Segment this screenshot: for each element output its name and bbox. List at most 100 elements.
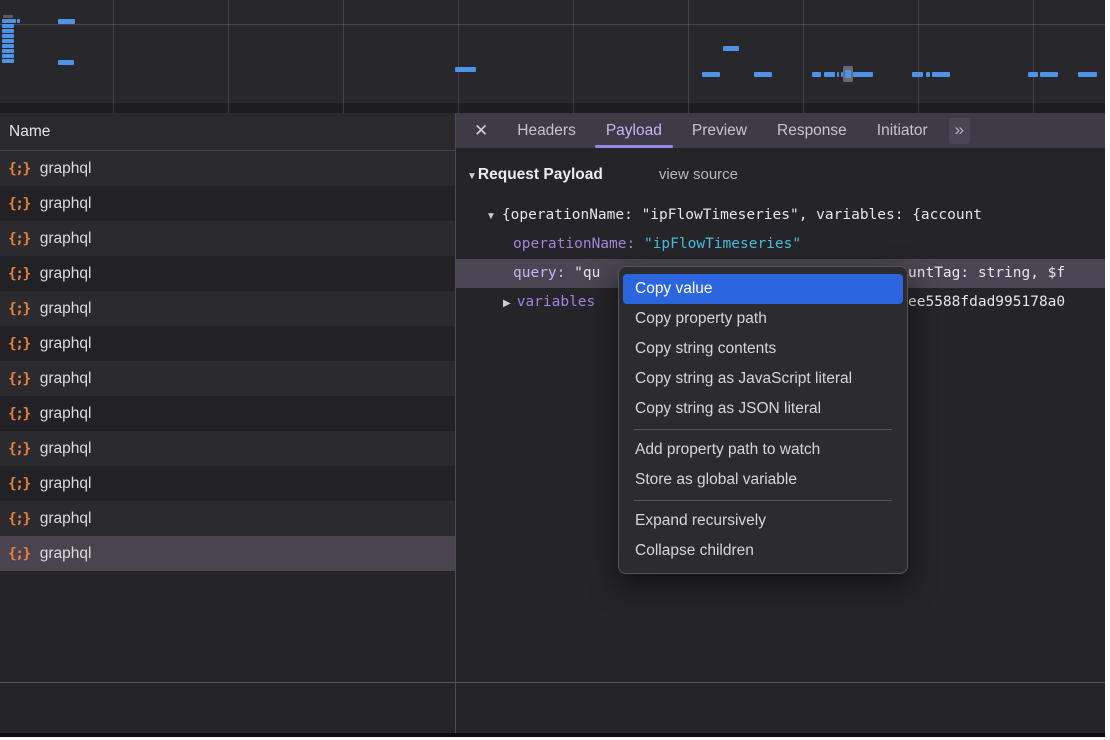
overview-request-bar bbox=[932, 72, 950, 77]
json-resource-icon: {;} bbox=[0, 266, 40, 282]
property-separator: : bbox=[557, 265, 574, 281]
overview-gridline bbox=[688, 0, 689, 103]
overview-request-bar bbox=[2, 34, 14, 38]
overview-request-bar bbox=[2, 54, 14, 58]
overview-request-bar bbox=[837, 72, 839, 77]
json-resource-icon: {;} bbox=[0, 161, 40, 177]
network-request-row[interactable]: {;}graphql bbox=[0, 151, 455, 186]
menu-item-copy-string-contents[interactable]: Copy string contents bbox=[623, 334, 903, 364]
more-tabs-icon[interactable]: » bbox=[949, 118, 970, 144]
network-request-row[interactable]: {;}graphql bbox=[0, 186, 455, 221]
request-name-label: graphql bbox=[40, 405, 92, 423]
menu-item-copy-value[interactable]: Copy value bbox=[623, 274, 903, 304]
overview-gridline bbox=[228, 0, 229, 103]
overview-gridline bbox=[343, 0, 344, 103]
overview-gridline bbox=[458, 103, 459, 113]
request-name-label: graphql bbox=[40, 335, 92, 353]
json-resource-icon: {;} bbox=[0, 476, 40, 492]
overview-request-bar bbox=[2, 24, 14, 28]
payload-root-row[interactable]: ▼{operationName: "ipFlowTimeseries", var… bbox=[456, 201, 1105, 230]
overview-gridline bbox=[803, 103, 804, 113]
view-source-link[interactable]: view source bbox=[659, 166, 738, 183]
overview-hline bbox=[0, 24, 1105, 25]
json-resource-icon: {;} bbox=[0, 406, 40, 422]
json-resource-icon: {;} bbox=[0, 511, 40, 527]
network-request-row[interactable]: {;}graphql bbox=[0, 326, 455, 361]
window-right-edge bbox=[1105, 0, 1110, 740]
network-request-row[interactable]: {;}graphql bbox=[0, 361, 455, 396]
tab-preview[interactable]: Preview bbox=[677, 113, 762, 148]
overview-gridline bbox=[343, 103, 344, 113]
network-request-row[interactable]: {;}graphql bbox=[0, 396, 455, 431]
menu-item-copy-string-as-javascript-literal[interactable]: Copy string as JavaScript literal bbox=[623, 364, 903, 394]
request-name-label: graphql bbox=[40, 440, 92, 458]
overview-request-bar bbox=[2, 29, 14, 33]
expander-down-icon: ▼ bbox=[486, 211, 496, 222]
overview-gridline bbox=[573, 103, 574, 113]
network-request-row[interactable]: {;}graphql bbox=[0, 536, 455, 571]
menu-item-copy-string-as-json-literal[interactable]: Copy string as JSON literal bbox=[623, 394, 903, 424]
request-name-label: graphql bbox=[40, 370, 92, 388]
overview-request-bar bbox=[58, 60, 74, 65]
overview-gridline bbox=[228, 103, 229, 113]
tab-initiator[interactable]: Initiator bbox=[862, 113, 943, 148]
request-payload-section-header[interactable]: ▼ Request Payload view source bbox=[467, 166, 738, 184]
menu-item-expand-recursively[interactable]: Expand recursively bbox=[623, 506, 903, 536]
overview-request-bar bbox=[845, 70, 851, 78]
json-resource-icon: {;} bbox=[0, 231, 40, 247]
json-resource-icon: {;} bbox=[0, 441, 40, 457]
menu-item-add-property-path-to-watch[interactable]: Add property path to watch bbox=[623, 435, 903, 465]
requests-table: Name {;}graphql{;}graphql{;}graphql{;}gr… bbox=[0, 113, 455, 682]
overview-request-bar bbox=[2, 49, 14, 53]
overview-request-bar bbox=[17, 19, 20, 23]
tab-response[interactable]: Response bbox=[762, 113, 862, 148]
network-request-row[interactable]: {;}graphql bbox=[0, 291, 455, 326]
network-main-area: Name {;}graphql{;}graphql{;}graphql{;}gr… bbox=[0, 113, 1105, 682]
menu-item-copy-property-path[interactable]: Copy property path bbox=[623, 304, 903, 334]
property-separator: : bbox=[627, 236, 644, 252]
overview-request-bar bbox=[824, 72, 835, 77]
collapse-triangle-icon: ▼ bbox=[467, 171, 477, 182]
overview-gridline bbox=[918, 0, 919, 103]
tab-payload[interactable]: Payload bbox=[591, 113, 677, 148]
overview-gridline bbox=[113, 103, 114, 113]
network-request-row[interactable]: {;}graphql bbox=[0, 466, 455, 501]
overview-request-bar bbox=[1040, 72, 1058, 77]
property-key: variables bbox=[517, 294, 596, 310]
overview-gridline bbox=[1033, 0, 1034, 103]
json-resource-icon: {;} bbox=[0, 196, 40, 212]
close-icon[interactable]: ✕ bbox=[474, 121, 488, 141]
menu-divider bbox=[634, 500, 892, 501]
network-request-row[interactable]: {;}graphql bbox=[0, 431, 455, 466]
overview-request-bar bbox=[1078, 72, 1097, 77]
overview-request-bar bbox=[912, 72, 923, 77]
property-key: operationName bbox=[513, 236, 627, 252]
network-overview-strip bbox=[0, 103, 1105, 113]
json-resource-icon: {;} bbox=[0, 546, 40, 562]
expander-right-icon: ▶ bbox=[503, 298, 511, 309]
request-name-label: graphql bbox=[40, 195, 92, 213]
overview-request-bar bbox=[3, 15, 13, 18]
request-name-label: graphql bbox=[40, 230, 92, 248]
overview-gridline bbox=[688, 103, 689, 113]
network-overview-timeline[interactable] bbox=[0, 0, 1105, 103]
overview-request-bar bbox=[754, 72, 772, 77]
network-request-row[interactable]: {;}graphql bbox=[0, 501, 455, 536]
overview-gridline bbox=[113, 0, 114, 103]
property-key: query bbox=[513, 265, 557, 281]
menu-divider bbox=[634, 429, 892, 430]
menu-item-store-as-global-variable[interactable]: Store as global variable bbox=[623, 465, 903, 495]
overview-gridline bbox=[1033, 103, 1034, 113]
name-column-header[interactable]: Name bbox=[0, 113, 455, 151]
request-name-label: graphql bbox=[40, 160, 92, 178]
devtools-window: Name {;}graphql{;}graphql{;}graphql{;}gr… bbox=[0, 0, 1110, 740]
request-name-label: graphql bbox=[40, 300, 92, 318]
menu-item-collapse-children[interactable]: Collapse children bbox=[623, 536, 903, 566]
network-request-row[interactable]: {;}graphql bbox=[0, 221, 455, 256]
overview-request-bar bbox=[2, 39, 14, 43]
payload-row-operationName[interactable]: operationName: "ipFlowTimeseries" bbox=[456, 230, 1105, 259]
tab-headers[interactable]: Headers bbox=[502, 113, 591, 148]
overview-request-bar bbox=[455, 67, 476, 72]
panel-splitter[interactable] bbox=[455, 113, 456, 682]
network-request-row[interactable]: {;}graphql bbox=[0, 256, 455, 291]
